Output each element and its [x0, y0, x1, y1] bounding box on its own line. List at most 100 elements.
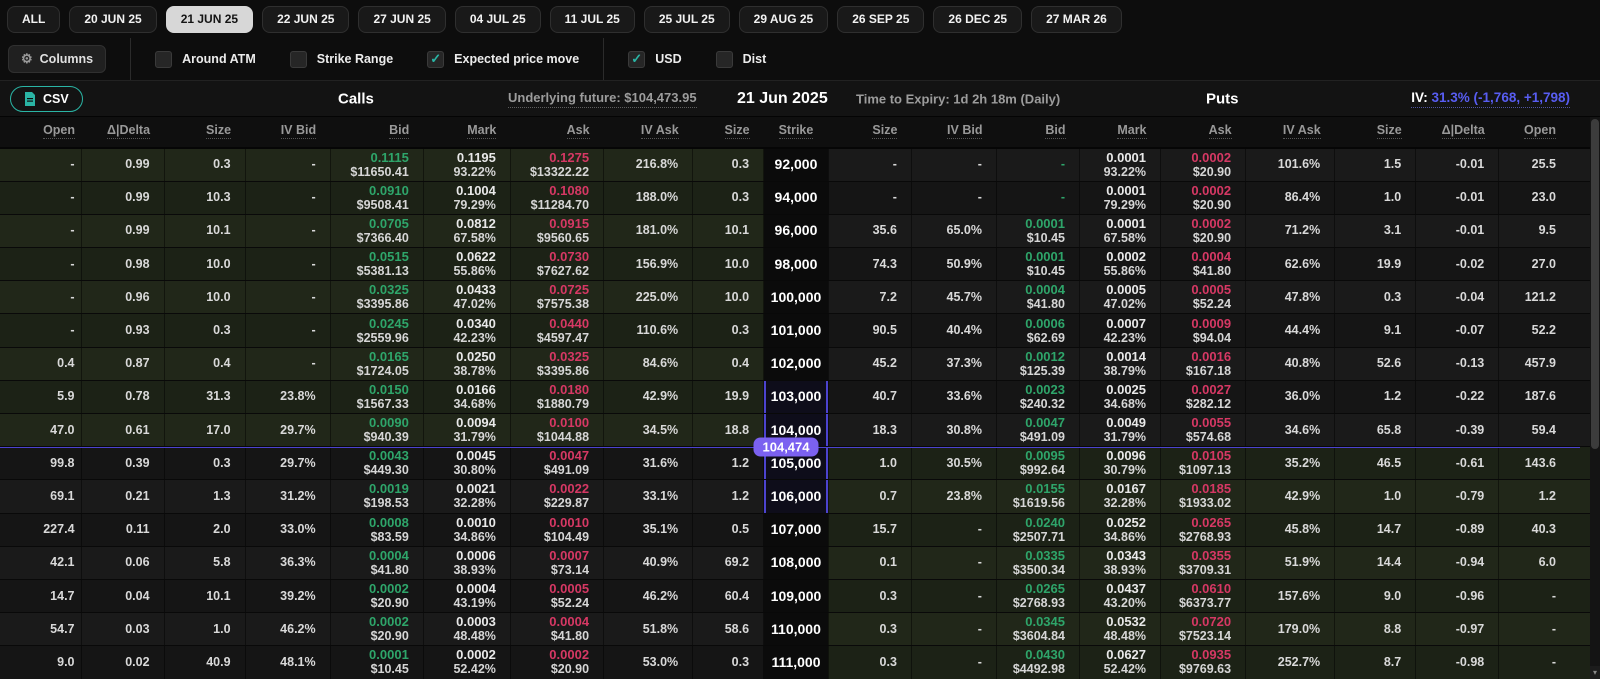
tab-expiry-11-jul-25[interactable]: 11 JUL 25	[550, 6, 635, 33]
strike-cell[interactable]: 102,000	[764, 347, 829, 380]
column-header-call-size[interactable]: Size	[164, 117, 245, 148]
tab-expiry-26-dec-25[interactable]: 26 DEC 25	[933, 6, 1022, 33]
tab-expiry-29-aug-25[interactable]: 29 AUG 25	[739, 6, 829, 33]
put-ask-cell[interactable]: 0.0002$20.90	[1161, 181, 1246, 214]
put-bid-cell[interactable]: 0.0430$4492.98	[996, 646, 1079, 679]
column-header-put-size[interactable]: Size	[1335, 117, 1416, 148]
put-ask-cell[interactable]: 0.0935$9769.63	[1161, 646, 1246, 679]
checkbox-usd[interactable]: ✓USD	[628, 51, 681, 68]
call-mark-cell[interactable]: 0.000443.19%	[423, 579, 510, 612]
put-ask-cell[interactable]: 0.0016$167.18	[1161, 347, 1246, 380]
checkbox-dist[interactable]: Dist	[716, 51, 767, 68]
put-ask-cell[interactable]: 0.0002$20.90	[1161, 214, 1246, 247]
put-bid-cell[interactable]: 0.0001$10.45	[996, 248, 1079, 281]
tab-expiry-20-jun-25[interactable]: 20 JUN 25	[69, 6, 156, 33]
put-bid-cell[interactable]: 0.0335$3500.34	[996, 546, 1079, 579]
put-ask-cell[interactable]: 0.0005$52.24	[1161, 281, 1246, 314]
scrollbar-down-arrow[interactable]: ▾	[1590, 666, 1600, 679]
put-bid-cell[interactable]: 0.0004$41.80	[996, 281, 1079, 314]
strike-cell[interactable]: 106,000	[764, 480, 829, 513]
call-bid-cell[interactable]: 0.0705$7366.40	[330, 214, 423, 247]
put-ask-cell[interactable]: 0.0105$1097.13	[1161, 447, 1246, 480]
put-mark-cell[interactable]: 0.000255.86%	[1080, 248, 1161, 281]
strike-cell[interactable]: 98,000	[764, 248, 829, 281]
put-mark-cell[interactable]: 0.002534.68%	[1080, 380, 1161, 413]
call-mark-cell[interactable]: 0.081267.58%	[423, 214, 510, 247]
column-header-call-mark[interactable]: Mark	[423, 117, 510, 148]
scrollbar-thumb[interactable]	[1591, 119, 1599, 449]
call-mark-cell[interactable]: 0.100479.29%	[423, 181, 510, 214]
csv-export-button[interactable]: CSV	[10, 86, 83, 112]
call-ask-cell[interactable]: 0.1275$13322.22	[510, 148, 603, 181]
call-ask-cell[interactable]: 0.0730$7627.62	[510, 248, 603, 281]
call-ask-cell[interactable]: 0.0440$4597.47	[510, 314, 603, 347]
call-ask-cell[interactable]: 0.0010$104.49	[510, 513, 603, 546]
call-ask-cell[interactable]: 0.0022$229.87	[510, 480, 603, 513]
put-mark-cell[interactable]: 0.053248.48%	[1080, 613, 1161, 646]
column-header-call--delta[interactable]: Δ|Delta	[81, 117, 164, 148]
call-ask-cell[interactable]: 0.0002$20.90	[510, 646, 603, 679]
call-bid-cell[interactable]: 0.0910$9508.41	[330, 181, 423, 214]
strike-cell[interactable]: 100,000	[764, 281, 829, 314]
column-header-call-open[interactable]: Open	[0, 117, 81, 148]
put-ask-cell[interactable]: 0.0002$20.90	[1161, 148, 1246, 181]
put-ask-cell[interactable]: 0.0004$41.80	[1161, 248, 1246, 281]
call-bid-cell[interactable]: 0.1115$11650.41	[330, 148, 423, 181]
call-ask-cell[interactable]: 0.0725$7575.38	[510, 281, 603, 314]
strike-cell[interactable]: 101,000	[764, 314, 829, 347]
put-bid-cell[interactable]: 0.0023$240.32	[996, 380, 1079, 413]
put-mark-cell[interactable]: 0.000547.02%	[1080, 281, 1161, 314]
put-mark-cell[interactable]: 0.000179.29%	[1080, 181, 1161, 214]
put-bid-cell[interactable]: -	[996, 181, 1079, 214]
put-ask-cell[interactable]: 0.0720$7523.14	[1161, 613, 1246, 646]
strike-cell[interactable]: 109,000	[764, 579, 829, 612]
checkbox-strike-range[interactable]: Strike Range	[290, 51, 393, 68]
call-mark-cell[interactable]: 0.043347.02%	[423, 281, 510, 314]
put-mark-cell[interactable]: 0.000193.22%	[1080, 148, 1161, 181]
call-ask-cell[interactable]: 0.0005$52.24	[510, 579, 603, 612]
put-ask-cell[interactable]: 0.0027$282.12	[1161, 380, 1246, 413]
call-ask-cell[interactable]: 0.0047$491.09	[510, 447, 603, 480]
call-bid-cell[interactable]: 0.0008$83.59	[330, 513, 423, 546]
put-bid-cell[interactable]: 0.0095$992.64	[996, 447, 1079, 480]
tab-expiry-27-jun-25[interactable]: 27 JUN 25	[358, 6, 445, 33]
put-mark-cell[interactable]: 0.009630.79%	[1080, 447, 1161, 480]
call-bid-cell[interactable]: 0.0019$198.53	[330, 480, 423, 513]
put-mark-cell[interactable]: 0.000167.58%	[1080, 214, 1161, 247]
call-ask-cell[interactable]: 0.0180$1880.79	[510, 380, 603, 413]
columns-button[interactable]: ⚙ Columns	[8, 45, 106, 73]
tab-expiry-26-sep-25[interactable]: 26 SEP 25	[837, 6, 924, 33]
put-bid-cell[interactable]: 0.0265$2768.93	[996, 579, 1079, 612]
put-ask-cell[interactable]: 0.0185$1933.02	[1161, 480, 1246, 513]
call-mark-cell[interactable]: 0.004530.80%	[423, 447, 510, 480]
strike-cell[interactable]: 107,000	[764, 513, 829, 546]
tab-expiry-27-mar-26[interactable]: 27 MAR 26	[1031, 6, 1122, 33]
call-mark-cell[interactable]: 0.119593.22%	[423, 148, 510, 181]
call-bid-cell[interactable]: 0.0515$5381.13	[330, 248, 423, 281]
put-bid-cell[interactable]: 0.0001$10.45	[996, 214, 1079, 247]
call-mark-cell[interactable]: 0.000252.42%	[423, 646, 510, 679]
call-mark-cell[interactable]: 0.009431.79%	[423, 414, 510, 447]
put-ask-cell[interactable]: 0.0265$2768.93	[1161, 513, 1246, 546]
implied-volatility[interactable]: IV: 31.3% (-1,768, +1,798)	[1411, 90, 1570, 108]
checkbox-expected-price-move[interactable]: ✓Expected price move	[427, 51, 579, 68]
strike-cell[interactable]: 110,000	[764, 613, 829, 646]
put-mark-cell[interactable]: 0.001438.79%	[1080, 347, 1161, 380]
call-mark-cell[interactable]: 0.016634.68%	[423, 380, 510, 413]
strike-cell[interactable]: 96,000	[764, 214, 829, 247]
put-ask-cell[interactable]: 0.0009$94.04	[1161, 314, 1246, 347]
put-ask-cell[interactable]: 0.0610$6373.77	[1161, 579, 1246, 612]
call-mark-cell[interactable]: 0.001034.86%	[423, 513, 510, 546]
call-bid-cell[interactable]: 0.0245$2559.96	[330, 314, 423, 347]
underlying-future-price[interactable]: Underlying future: $104,473.95	[508, 90, 697, 108]
call-bid-cell[interactable]: 0.0165$1724.05	[330, 347, 423, 380]
put-mark-cell[interactable]: 0.043743.20%	[1080, 579, 1161, 612]
column-header-put-bid[interactable]: Bid	[996, 117, 1079, 148]
put-mark-cell[interactable]: 0.004931.79%	[1080, 414, 1161, 447]
call-mark-cell[interactable]: 0.000348.48%	[423, 613, 510, 646]
put-mark-cell[interactable]: 0.034338.93%	[1080, 546, 1161, 579]
column-header-put--delta[interactable]: Δ|Delta	[1416, 117, 1499, 148]
put-mark-cell[interactable]: 0.025234.86%	[1080, 513, 1161, 546]
column-header-call-iv-bid[interactable]: IV Bid	[245, 117, 330, 148]
column-header-call-ask[interactable]: Ask	[510, 117, 603, 148]
